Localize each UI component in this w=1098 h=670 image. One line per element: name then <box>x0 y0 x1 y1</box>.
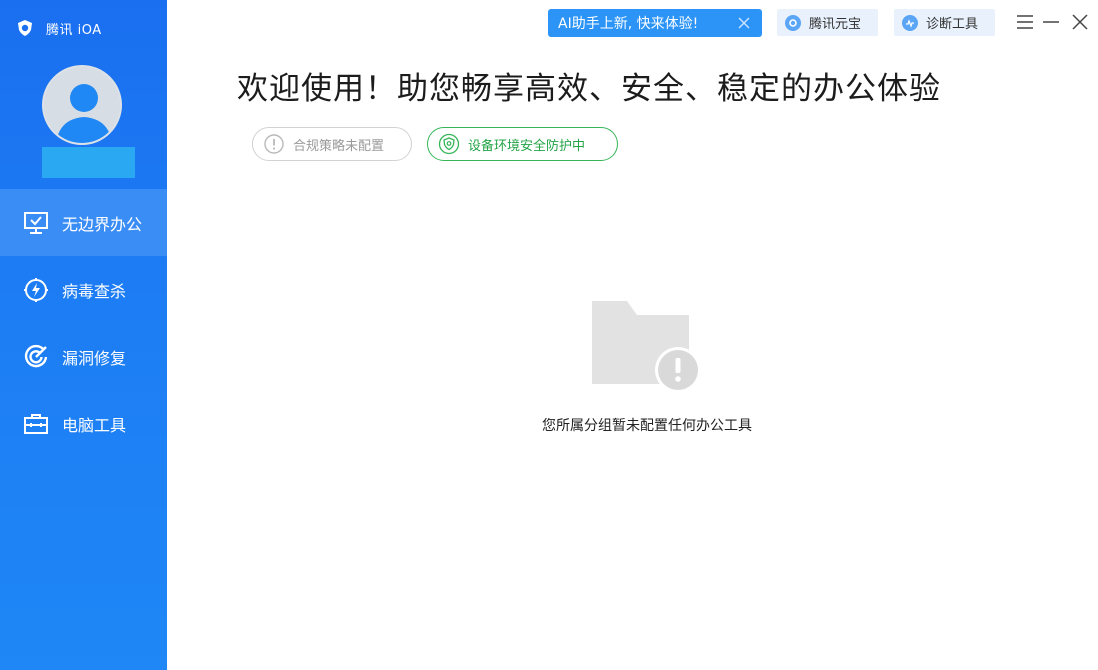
monitor-check-icon <box>22 209 50 237</box>
empty-state-message: 您所属分组暂未配置任何办公工具 <box>542 418 752 434</box>
yuanbao-button[interactable]: 腾讯元宝 <box>777 9 878 36</box>
welcome-title: 欢迎使用！助您畅享高效、安全、稳定的办公体验 <box>237 71 941 107</box>
username-placeholder <box>42 147 135 178</box>
avatar[interactable] <box>42 65 122 145</box>
brand: 腾讯 iOA <box>16 14 102 42</box>
menu-icon[interactable] <box>1014 11 1036 33</box>
sidebar: 腾讯 iOA 无边界办公 病毒查杀 漏洞修复 电脑工具 <box>0 0 167 670</box>
sidebar-item-label: 漏洞修复 <box>62 348 127 368</box>
diagnose-label: 诊断工具 <box>926 17 979 32</box>
diagnose-icon <box>902 14 918 31</box>
shield-icon <box>438 133 460 155</box>
ioa-logo-icon <box>16 19 34 37</box>
sidebar-item-pc-tools[interactable]: 电脑工具 <box>0 390 167 457</box>
yuanbao-icon <box>785 14 801 31</box>
sidebar-nav: 无边界办公 病毒查杀 漏洞修复 电脑工具 <box>0 189 167 457</box>
sidebar-item-vuln-fix[interactable]: 漏洞修复 <box>0 323 167 390</box>
app-title: 腾讯 iOA <box>46 22 102 38</box>
toolbox-icon <box>22 410 50 438</box>
vulnerability-target-icon <box>22 343 50 371</box>
ai-banner-text: AI助手上新, 快来体验! <box>558 16 699 32</box>
minimize-icon[interactable] <box>1040 11 1062 33</box>
sidebar-item-borderless-office[interactable]: 无边界办公 <box>0 189 167 256</box>
sidebar-item-label: 电脑工具 <box>62 415 127 435</box>
yuanbao-label: 腾讯元宝 <box>809 17 862 32</box>
sidebar-item-label: 无边界办公 <box>62 214 143 234</box>
ai-assistant-banner[interactable]: AI助手上新, 快来体验! <box>548 9 762 37</box>
empty-folder-icon <box>591 300 703 393</box>
sidebar-item-label: 病毒查杀 <box>62 281 127 301</box>
window-close-icon[interactable] <box>1069 11 1091 33</box>
warning-icon <box>263 133 285 155</box>
topbar: AI助手上新, 快来体验! 腾讯元宝 诊断工具 <box>167 0 1098 46</box>
virus-scan-icon <box>22 276 50 304</box>
compliance-status-badge[interactable]: 合规策略未配置 <box>252 127 412 161</box>
security-status-label: 设备环境安全防护中 <box>468 138 586 154</box>
close-icon[interactable] <box>736 15 752 31</box>
compliance-status-label: 合规策略未配置 <box>293 138 385 154</box>
sidebar-item-virus-scan[interactable]: 病毒查杀 <box>0 256 167 323</box>
diagnose-tool-button[interactable]: 诊断工具 <box>894 9 995 36</box>
security-status-badge[interactable]: 设备环境安全防护中 <box>427 127 618 161</box>
